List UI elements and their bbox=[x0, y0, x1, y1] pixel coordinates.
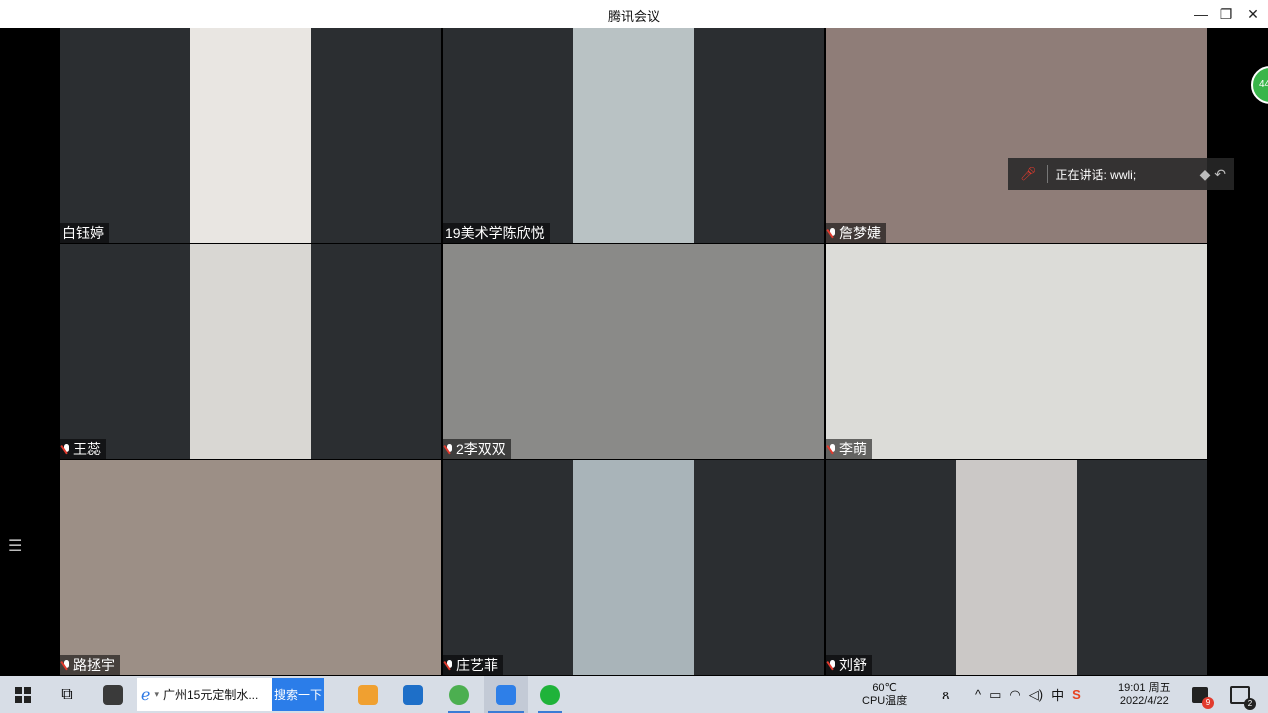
speaking-label: 正在讲话: wwli; bbox=[1055, 167, 1137, 182]
chevron-up-icon[interactable]: ^ bbox=[975, 687, 981, 702]
window-title: 腾讯会议 bbox=[607, 9, 660, 24]
participant-tile[interactable]: 刘舒 bbox=[826, 460, 1207, 675]
participant-name-tag: 19美术学陈欣悦 bbox=[443, 223, 550, 243]
app-icon[interactable] bbox=[98, 676, 128, 713]
speaking-indicator: 🎤︎ 正在讲话: wwli; ◆ ↶ bbox=[1008, 158, 1234, 190]
mic-muted-icon bbox=[828, 443, 836, 455]
divider bbox=[1046, 165, 1048, 183]
participant-tile[interactable]: 庄艺菲 bbox=[443, 460, 824, 675]
browser-tab-label: 广州15元定制水... bbox=[163, 688, 259, 702]
sogou-tray-icon[interactable]: S bbox=[1072, 687, 1081, 702]
participant-name-tag: 李萌 bbox=[826, 439, 872, 459]
participant-name-tag: 庄艺菲 bbox=[443, 655, 503, 675]
search-button[interactable]: 搜索一下 bbox=[272, 678, 324, 711]
participant-name: 詹梦婕 bbox=[839, 225, 881, 241]
video-feed bbox=[573, 460, 694, 675]
participant-tile[interactable]: 19美术学陈欣悦 bbox=[443, 28, 824, 243]
notification-count: 9 bbox=[1202, 696, 1214, 709]
mic-muted-icon bbox=[62, 443, 70, 455]
participant-name-tag: 王蕊 bbox=[60, 439, 106, 459]
volume-icon[interactable]: ◁) bbox=[1029, 687, 1043, 703]
minimize-button[interactable]: — bbox=[1190, 4, 1212, 24]
participant-tile[interactable]: 2李双双 bbox=[443, 244, 824, 459]
people-icon[interactable]: ጸ bbox=[942, 676, 950, 713]
video-feed bbox=[956, 460, 1077, 675]
mic-muted-icon bbox=[445, 443, 453, 455]
participant-name: 2李双双 bbox=[456, 441, 506, 457]
mail-icon[interactable] bbox=[398, 676, 428, 713]
close-button[interactable]: ✕ bbox=[1242, 4, 1264, 24]
participant-name: 庄艺菲 bbox=[456, 657, 498, 673]
participant-name-tag: 刘舒 bbox=[826, 655, 872, 675]
windows-icon bbox=[15, 686, 31, 703]
clock-time: 19:01 周五 bbox=[1118, 681, 1171, 694]
participant-name-tag: 白钰婷 bbox=[60, 223, 109, 243]
temperature-value: 60℃ bbox=[872, 681, 897, 694]
clock-date: 2022/4/22 bbox=[1119, 694, 1169, 707]
participant-name: 王蕊 bbox=[73, 441, 101, 457]
participant-name: 李萌 bbox=[839, 441, 867, 457]
title-bar: 腾讯会议 — ❐ ✕ bbox=[0, 0, 1268, 28]
meeting-app-icon[interactable] bbox=[484, 676, 528, 713]
dropdown-icon: ▾ bbox=[154, 689, 159, 699]
input-language[interactable]: 中 bbox=[1051, 685, 1064, 704]
participant-tile[interactable]: 李萌 bbox=[826, 244, 1207, 459]
action-center-icon[interactable]: 2 bbox=[1230, 676, 1256, 713]
participant-name: 白钰婷 bbox=[62, 225, 104, 241]
browser-taskbar-button[interactable]: ℯ ▾ 广州15元定制水... bbox=[137, 678, 272, 711]
clock[interactable]: 19:01 周五 2022/4/22 bbox=[1118, 676, 1171, 713]
mic-muted-icon bbox=[828, 227, 836, 239]
video-feed bbox=[573, 28, 694, 243]
mic-muted-icon bbox=[828, 659, 836, 671]
mic-muted-icon bbox=[62, 659, 70, 671]
app-icon[interactable] bbox=[444, 676, 474, 713]
mic-icon: 🎤︎ bbox=[1020, 166, 1037, 181]
cpu-temperature: 60℃ CPU温度 bbox=[862, 676, 907, 713]
collapse-icon[interactable]: ◆ ↶ bbox=[1200, 166, 1226, 183]
participant-name: 路拯宇 bbox=[73, 657, 115, 673]
video-feed bbox=[190, 244, 311, 459]
participant-name: 刘舒 bbox=[839, 657, 867, 673]
message-count: 2 bbox=[1244, 697, 1256, 710]
notification-icon[interactable]: 9 bbox=[1192, 676, 1214, 713]
video-grid: 白钰婷 19美术学陈欣悦 詹梦婕 王蕊 2李双双 李萌 路拯宇 庄艺菲 刘舒 🎤… bbox=[0, 28, 1268, 702]
video-feed bbox=[826, 28, 1207, 243]
store-icon[interactable] bbox=[353, 676, 383, 713]
start-button[interactable] bbox=[8, 676, 38, 713]
restore-button[interactable]: ❐ bbox=[1215, 4, 1237, 24]
video-feed bbox=[443, 244, 824, 459]
taskbar: ⧉ ℯ ▾ 广州15元定制水... 搜索一下 60℃ CPU温度 ጸ ^ ▭ ◠ … bbox=[0, 676, 1268, 713]
system-tray[interactable]: ^ ▭ ◠ ◁) 中 S bbox=[975, 676, 1081, 713]
mic-muted-icon bbox=[445, 659, 453, 671]
participant-name: 19美术学陈欣悦 bbox=[445, 225, 545, 241]
task-view-icon[interactable]: ⧉ bbox=[52, 676, 82, 713]
participant-tile[interactable]: 詹梦婕 bbox=[826, 28, 1207, 243]
wifi-icon[interactable]: ◠ bbox=[1009, 687, 1020, 703]
battery-icon[interactable]: ▭ bbox=[989, 687, 1001, 703]
participant-name-tag: 2李双双 bbox=[443, 439, 511, 459]
participant-list-icon[interactable]: ☰ bbox=[8, 536, 22, 556]
network-badge: 44 bbox=[1251, 66, 1268, 104]
video-feed bbox=[190, 28, 311, 243]
participant-tile[interactable]: 路拯宇 bbox=[60, 460, 441, 675]
participant-name-tag: 詹梦婕 bbox=[826, 223, 886, 243]
participant-tile[interactable]: 王蕊 bbox=[60, 244, 441, 459]
video-feed bbox=[60, 460, 441, 675]
participant-tile[interactable]: 白钰婷 bbox=[60, 28, 441, 243]
wechat-icon[interactable] bbox=[534, 676, 566, 713]
video-feed bbox=[826, 244, 1207, 459]
temperature-label: CPU温度 bbox=[862, 694, 908, 707]
ie-icon: ℯ bbox=[141, 686, 151, 704]
participant-name-tag: 路拯宇 bbox=[60, 655, 120, 675]
